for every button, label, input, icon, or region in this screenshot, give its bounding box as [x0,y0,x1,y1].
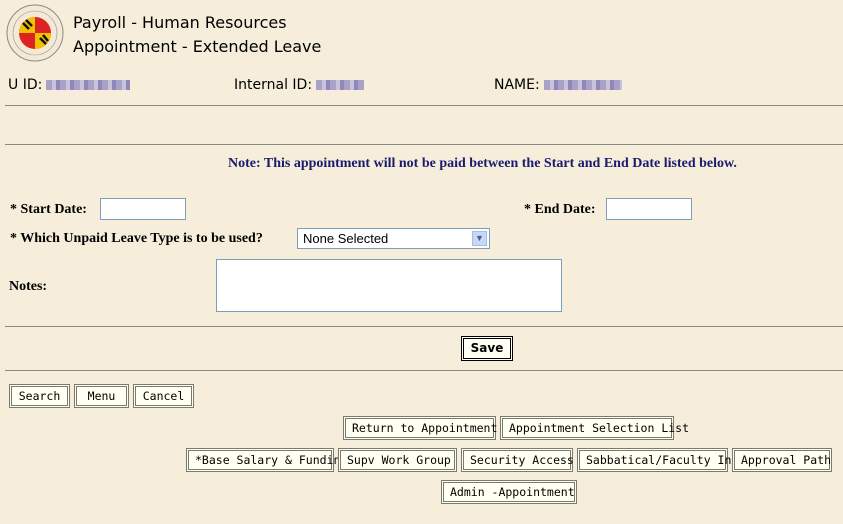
start-date-input[interactable] [100,198,186,220]
university-seal-logo [6,4,64,62]
base-salary-funding-button[interactable]: *Base Salary & Funding [186,448,347,472]
uid-value-redacted [46,80,131,90]
menu-button[interactable]: Menu [74,384,129,408]
uid-field: U ID: [8,77,131,93]
page-title: Appointment - Extended Leave [73,37,322,56]
internal-id-value-redacted [316,80,365,90]
divider [5,370,843,371]
app-title: Payroll - Human Resources [73,13,287,32]
search-button[interactable]: Search [9,384,70,408]
end-date-input[interactable] [606,198,692,220]
leave-type-label: * Which Unpaid Leave Type is to be used? [10,231,263,246]
security-access-button[interactable]: Security Access [461,448,574,472]
cancel-button[interactable]: Cancel [133,384,194,408]
leave-type-select[interactable]: None Selected ▼ [297,228,490,249]
chevron-down-icon[interactable]: ▼ [472,231,487,246]
notes-textarea[interactable] [216,259,562,312]
appointment-selection-list-button[interactable]: Appointment Selection List [500,416,689,440]
divider [5,326,843,327]
approval-path-button[interactable]: Approval Path [732,448,832,472]
return-to-appointment-button[interactable]: Return to Appointment [343,416,497,440]
internal-id-field: Internal ID: [234,77,365,93]
sabbatical-faculty-info-button[interactable]: Sabbatical/Faculty Info [577,448,745,472]
divider [5,105,843,106]
name-label: NAME: [494,77,540,93]
supv-work-group-button[interactable]: Supv Work Group [338,448,457,472]
uid-label: U ID: [8,77,43,93]
admin-appointment-button[interactable]: Admin -Appointment [441,480,577,504]
internal-id-label: Internal ID: [234,77,313,93]
save-button[interactable]: Save [461,336,513,361]
unpaid-note: Note: This appointment will not be paid … [228,156,737,171]
notes-label: Notes: [9,279,48,294]
start-date-label: * Start Date: [10,202,87,217]
name-field: NAME: [494,77,622,93]
end-date-label: * End Date: [524,202,596,217]
name-value-redacted [543,80,622,90]
leave-type-selected-value: None Selected [303,231,389,246]
divider [5,144,843,145]
